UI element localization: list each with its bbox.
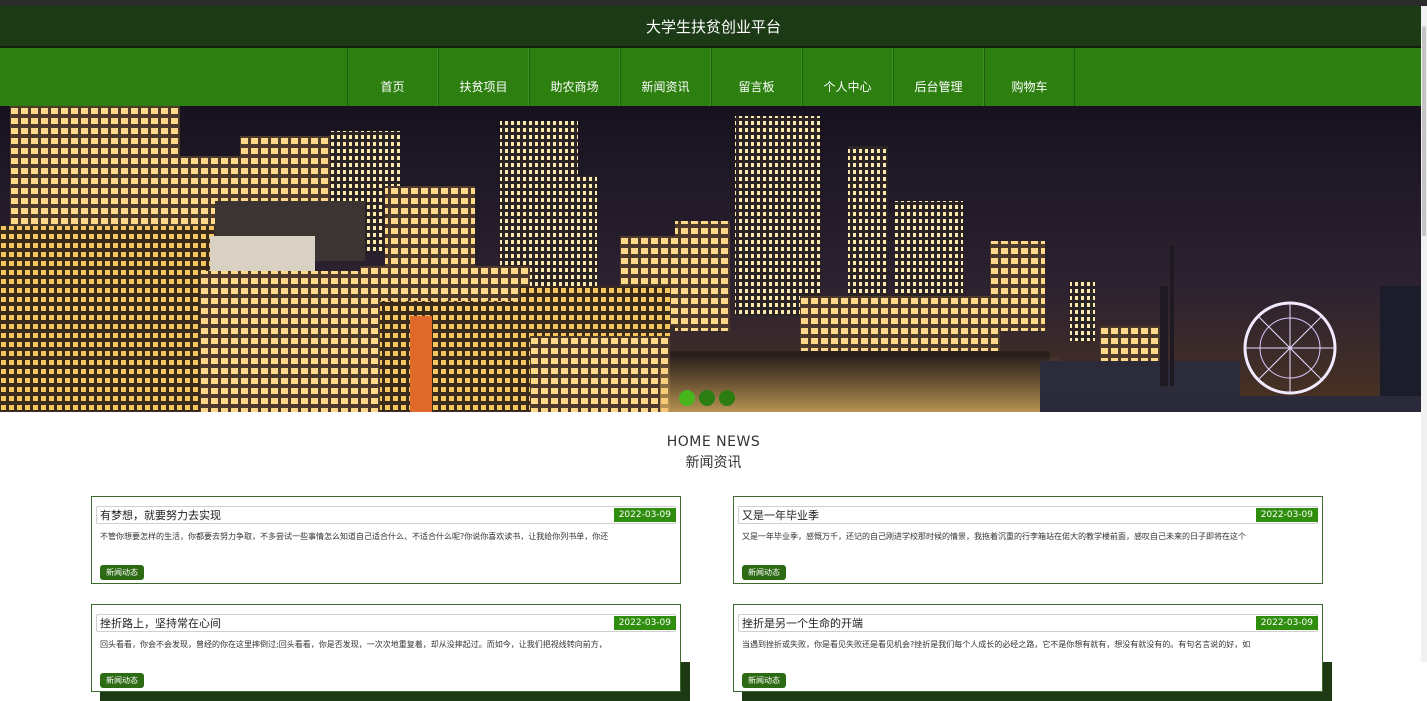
news-card-header: 有梦想，就要努力去实现 2022-03-09	[96, 506, 676, 524]
nav-item-projects[interactable]: 扶贫项目	[438, 48, 529, 106]
nav-item-label: 扶贫项目	[459, 80, 508, 94]
nav-item-mall[interactable]: 助农商场	[529, 48, 620, 106]
news-category-tag[interactable]: 新闻动态	[742, 673, 786, 688]
nav-item-label: 购物车	[1011, 80, 1048, 94]
news-card[interactable]: 又是一年毕业季 2022-03-09 又是一年毕业季，感慨万千，还记的自己刚进学…	[733, 496, 1332, 593]
nav-item-label: 助农商场	[550, 80, 599, 94]
news-title[interactable]: 有梦想，就要努力去实现	[97, 507, 221, 523]
news-date-badge: 2022-03-09	[1255, 616, 1318, 630]
news-summary: 回头看看，你会不会发现，曾经的你在这里摔倒过;回头看看，你是否发现，一次次地重复…	[100, 640, 607, 649]
nav-item-home[interactable]: 首页	[347, 48, 438, 106]
carousel-dot-3[interactable]	[719, 390, 735, 406]
news-title[interactable]: 挫折是另一个生命的开端	[739, 615, 863, 631]
news-card[interactable]: 挫折路上，坚持常在心间 2022-03-09 回头看看，你会不会发现，曾经的你在…	[91, 604, 690, 701]
news-card-header: 挫折是另一个生命的开端 2022-03-09	[738, 614, 1318, 632]
banner-carousel[interactable]	[0, 106, 1421, 412]
nav-item-label: 留言板	[738, 80, 775, 94]
carousel-indicators	[679, 390, 735, 406]
news-summary: 当遇到挫折或失败，你是看见失败还是看见机会?挫折是我们每个人成长的必经之路，它不…	[742, 640, 1251, 649]
nav-item-messages[interactable]: 留言板	[711, 48, 802, 106]
news-card-header: 又是一年毕业季 2022-03-09	[738, 506, 1318, 524]
news-card[interactable]: 挫折是另一个生命的开端 2022-03-09 当遇到挫折或失败，你是看见失败还是…	[733, 604, 1332, 701]
news-card[interactable]: 有梦想，就要努力去实现 2022-03-09 不管你想要怎样的生活，你都要去努力…	[91, 496, 690, 593]
nav-item-label: 后台管理	[914, 80, 963, 94]
site-header: 大学生扶贫创业平台	[0, 6, 1427, 48]
news-summary: 不管你想要怎样的生活，你都要去努力争取，不多尝试一些事情怎么知道自己适合什么、不…	[100, 532, 609, 541]
site-title: 大学生扶贫创业平台	[645, 17, 781, 36]
nav-item-profile[interactable]: 个人中心	[802, 48, 893, 106]
main-nav: 首页 扶贫项目 助农商场 新闻资讯 留言板 个人中心 后台管理 购物车	[0, 48, 1427, 106]
nav-item-label: 首页	[380, 80, 405, 94]
news-date-badge: 2022-03-09	[613, 508, 676, 522]
news-summary: 又是一年毕业季，感慨万千，还记的自己刚进学校那时候的情景，我拖着沉重的行李箱站在…	[742, 532, 1246, 541]
news-title[interactable]: 挫折路上，坚持常在心间	[97, 615, 221, 631]
city-skyline-image	[0, 106, 1421, 412]
section-title-cn: 新闻资讯	[685, 455, 742, 471]
news-card-header: 挫折路上，坚持常在心间 2022-03-09	[96, 614, 676, 632]
nav-item-label: 新闻资讯	[641, 80, 690, 94]
news-date-badge: 2022-03-09	[613, 616, 676, 630]
nav-item-cart[interactable]: 购物车	[984, 48, 1075, 106]
news-category-tag[interactable]: 新闻动态	[100, 673, 144, 688]
carousel-dot-2[interactable]	[699, 390, 715, 406]
news-category-tag[interactable]: 新闻动态	[742, 565, 786, 580]
news-category-tag[interactable]: 新闻动态	[100, 565, 144, 580]
scrollbar-thumb[interactable]	[1422, 26, 1426, 236]
carousel-dot-1[interactable]	[679, 390, 695, 406]
news-title[interactable]: 又是一年毕业季	[739, 507, 819, 523]
news-section-heading: HOME NEWS 新闻资讯	[0, 434, 1427, 472]
nav-item-label: 个人中心	[823, 80, 872, 94]
section-title-en: HOME NEWS	[666, 434, 761, 450]
nav-item-admin[interactable]: 后台管理	[893, 48, 984, 106]
page-scrollbar[interactable]	[1421, 6, 1427, 662]
news-date-badge: 2022-03-09	[1255, 508, 1318, 522]
nav-item-news[interactable]: 新闻资讯	[620, 48, 711, 106]
